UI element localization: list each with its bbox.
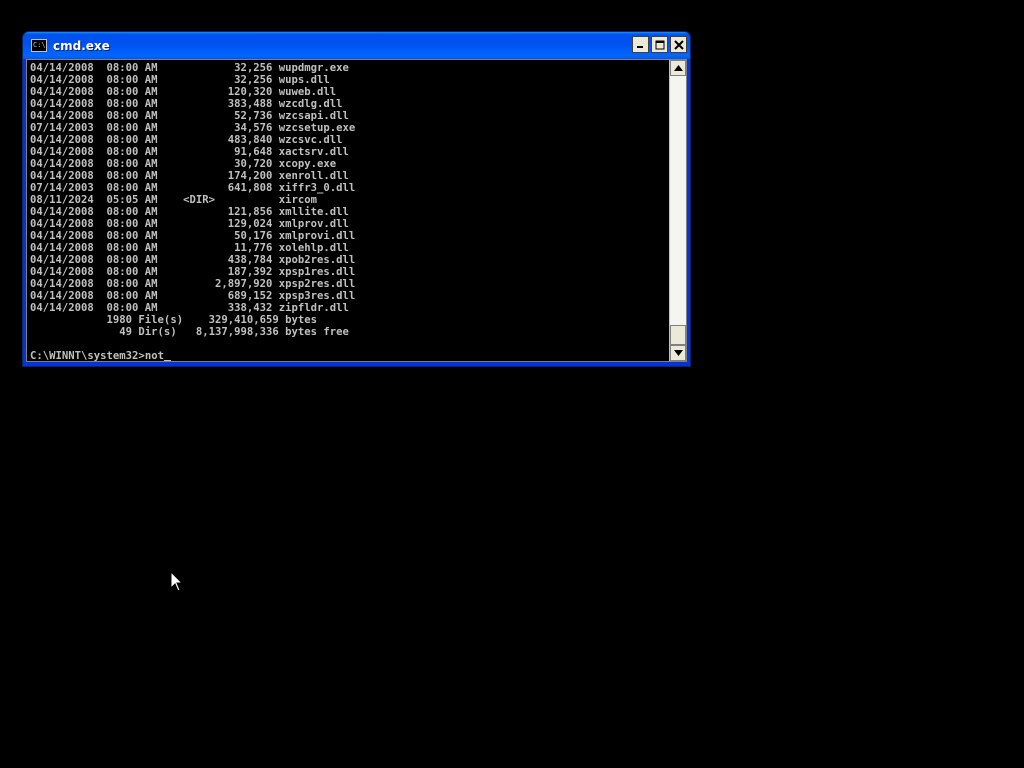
console-line: 07/14/2003 08:00 AM 641,808 xiffr3_0.dll xyxy=(30,182,356,194)
close-icon xyxy=(673,39,684,50)
console-area: 04/14/2008 08:00 AM 32,256 wupdmgr.exe 04… xyxy=(26,59,687,362)
console-line: 04/14/2008 08:00 AM 30,720 xcopy.exe xyxy=(30,158,337,170)
console-line: 04/14/2008 08:00 AM 91,648 xactsrv.dll xyxy=(30,146,349,158)
scroll-down-button[interactable] xyxy=(670,345,687,361)
console-line: 04/14/2008 08:00 AM 187,392 xpsp1res.dll xyxy=(30,266,356,278)
console-line: 04/14/2008 08:00 AM 32,256 wups.dll xyxy=(30,74,330,86)
mouse-pointer-icon xyxy=(170,571,184,592)
vertical-scrollbar[interactable] xyxy=(669,60,687,361)
prompt-line[interactable]: C:\WINNT\system32>not xyxy=(30,350,669,361)
maximize-icon xyxy=(655,40,664,49)
arrow-down-icon xyxy=(673,350,683,356)
console-line: 04/14/2008 08:00 AM 2,897,920 xpsp2res.d… xyxy=(30,278,356,290)
window-title: cmd.exe xyxy=(53,38,110,53)
text-cursor xyxy=(163,360,171,361)
console-line: 08/11/2024 05:05 AM <DIR> xircom xyxy=(30,194,318,206)
console-line: 04/14/2008 08:00 AM 174,200 xenroll.dll xyxy=(30,170,349,182)
console-line: 1980 File(s) 329,410,659 bytes xyxy=(30,314,318,326)
console-line: 04/14/2008 08:00 AM 50,176 xmlprovi.dll xyxy=(30,230,356,242)
console-line: 04/14/2008 08:00 AM 483,840 wzcsvc.dll xyxy=(30,134,343,146)
close-button[interactable] xyxy=(670,36,687,53)
console-output[interactable]: 04/14/2008 08:00 AM 32,256 wupdmgr.exe 04… xyxy=(27,60,670,361)
window-controls xyxy=(632,36,687,53)
scroll-thumb[interactable] xyxy=(670,325,687,345)
console-line: 04/14/2008 08:00 AM 32,256 wupdmgr.exe xyxy=(30,62,349,74)
console-line: 04/14/2008 08:00 AM 120,320 wuweb.dll xyxy=(30,86,337,98)
console-line: 07/14/2003 08:00 AM 34,576 wzcsetup.exe xyxy=(30,122,356,134)
minimize-button[interactable] xyxy=(632,36,649,53)
cmd-window[interactable]: C:\ cmd.exe 04/14/2008 08:00 AM 32,256 w… xyxy=(22,31,691,367)
prompt-text: C:\WINNT\system32> xyxy=(30,350,145,361)
scroll-up-button[interactable] xyxy=(670,60,687,76)
arrow-up-icon xyxy=(673,65,683,71)
console-icon[interactable]: C:\ xyxy=(31,39,47,52)
console-line: 49 Dir(s) 8,137,998,336 bytes free xyxy=(30,326,349,338)
console-line: 04/14/2008 08:00 AM 129,024 xmlprov.dll xyxy=(30,218,349,230)
desktop: C:\ cmd.exe 04/14/2008 08:00 AM 32,256 w… xyxy=(0,0,1024,768)
maximize-button[interactable] xyxy=(651,36,668,53)
command-input[interactable]: not xyxy=(145,350,164,361)
console-line: 04/14/2008 08:00 AM 383,488 wzcdlg.dll xyxy=(30,98,343,110)
console-line: 04/14/2008 08:00 AM 11,776 xolehlp.dll xyxy=(30,242,349,254)
console-line: 04/14/2008 08:00 AM 52,736 wzcsapi.dll xyxy=(30,110,349,122)
console-line: 04/14/2008 08:00 AM 121,856 xmllite.dll xyxy=(30,206,349,218)
console-line: 04/14/2008 08:00 AM 338,432 zipfldr.dll xyxy=(30,302,349,314)
title-bar[interactable]: C:\ cmd.exe xyxy=(23,32,690,59)
console-line: 04/14/2008 08:00 AM 689,152 xpsp3res.dll xyxy=(30,290,356,302)
minimize-icon xyxy=(637,46,643,48)
console-lines: 04/14/2008 08:00 AM 32,256 wupdmgr.exe 04… xyxy=(30,62,669,350)
console-line: 04/14/2008 08:00 AM 438,784 xpob2res.dll xyxy=(30,254,356,266)
